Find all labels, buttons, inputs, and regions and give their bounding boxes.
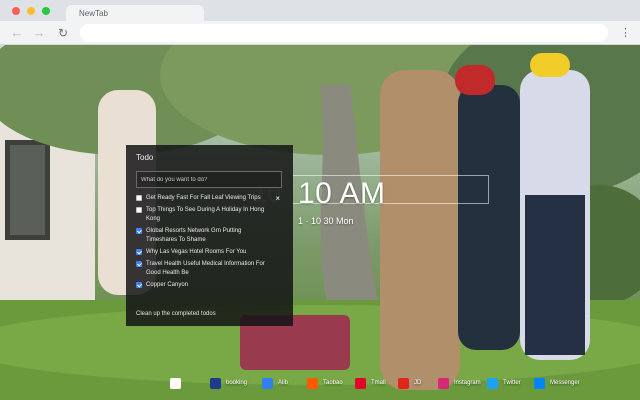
reload-icon[interactable]: ↻ — [54, 24, 72, 42]
blank-icon — [170, 377, 181, 389]
browser-menu-icon[interactable]: ⋮ — [620, 24, 631, 42]
todo-checkbox[interactable] — [136, 261, 142, 267]
shortcut-tmall[interactable]: Tmall — [355, 377, 386, 389]
shortcut-instagram[interactable]: Instagram — [438, 377, 481, 389]
todo-item[interactable]: Get Ready Fast For Fall Leaf Viewing Tri… — [136, 194, 283, 203]
address-bar[interactable] — [80, 24, 608, 42]
shortcut-label: Instagram — [454, 380, 481, 386]
tmall-icon — [355, 377, 366, 389]
todo-list: Get Ready Fast For Fall Leaf Viewing Tri… — [136, 194, 283, 290]
todo-item[interactable]: Why Las Vegas Hotel Rooms For You — [136, 248, 283, 257]
shortcut-twitter[interactable]: Twitter — [487, 377, 521, 389]
close-window-button[interactable] — [12, 7, 20, 15]
twitter-icon — [487, 377, 498, 389]
clock-date: 1 · 10 30 Mon — [298, 216, 354, 226]
todo-item-text: Global Resorts Network Grn Putting Times… — [146, 228, 242, 243]
shortcut-label: Messenger — [550, 380, 580, 386]
title-bar: NewTab — [0, 0, 640, 22]
instagram-icon — [438, 377, 449, 389]
shortcut-bar: booking Alib Taobao Tmall JD Instagram Twitter… — [0, 373, 640, 395]
todo-item[interactable]: Travel Health Useful Medical Information… — [136, 260, 283, 278]
todo-title: Todo — [136, 153, 154, 162]
booking-icon — [210, 377, 221, 389]
shortcut-label: JD — [414, 380, 422, 386]
shortcut-taobao[interactable]: Taobao — [307, 377, 343, 389]
shortcut-blank[interactable] — [170, 377, 186, 389]
todo-input[interactable] — [136, 171, 282, 188]
tab-newtab[interactable]: NewTab — [66, 5, 204, 22]
minimize-window-button[interactable] — [27, 7, 35, 15]
todo-checkbox[interactable] — [136, 195, 142, 201]
cleanup-completed-link[interactable]: Clean up the completed todos — [136, 311, 216, 317]
forward-arrow-icon[interactable]: → — [30, 24, 48, 42]
todo-checkbox[interactable] — [136, 282, 142, 288]
todo-checkbox[interactable] — [136, 228, 142, 234]
shortcut-messenger[interactable]: Messenger — [534, 377, 580, 389]
browser-toolbar: ← → ↻ ⋮ — [0, 21, 640, 45]
jd-icon — [398, 377, 409, 389]
todo-checkbox[interactable] — [136, 249, 142, 255]
todo-item-text: Copper Canyon — [146, 282, 189, 288]
todo-item-text: Travel Health Useful Medical Information… — [146, 261, 265, 276]
shortcut-label: Twitter — [503, 380, 521, 386]
alibaba-icon — [262, 377, 273, 389]
taobao-icon — [307, 377, 318, 389]
shortcut-alib[interactable]: Alib — [262, 377, 288, 389]
shortcut-label: Tmall — [371, 380, 386, 386]
todo-item[interactable]: Global Resorts Network Grn Putting Times… — [136, 227, 283, 245]
shortcut-label: Alib — [278, 380, 289, 386]
maximize-window-button[interactable] — [42, 7, 50, 15]
back-arrow-icon[interactable]: ← — [8, 24, 26, 42]
todo-item-text: Top Things To See During A Holiday In Ho… — [146, 207, 265, 222]
tab-title: NewTab — [79, 9, 108, 18]
shortcut-jd[interactable]: JD — [398, 377, 421, 389]
shortcut-label: Taobao — [323, 380, 343, 386]
shortcut-label: booking — [226, 380, 248, 386]
todo-item-text: Why Las Vegas Hotel Rooms For You — [146, 249, 247, 255]
clock-time: 10 AM — [298, 177, 386, 210]
todo-item-text: Get Ready Fast For Fall Leaf Viewing Tri… — [146, 195, 261, 201]
todo-checkbox[interactable] — [136, 207, 142, 213]
messenger-icon — [534, 377, 545, 389]
shortcut-booking[interactable]: booking — [210, 377, 247, 389]
delete-todo-icon[interactable]: × — [275, 194, 280, 203]
todo-panel: Todo Get Ready Fast For Fall Leaf Viewin… — [126, 145, 293, 326]
todo-item[interactable]: Top Things To See During A Holiday In Ho… — [136, 206, 283, 224]
todo-item[interactable]: Copper Canyon — [136, 281, 283, 290]
